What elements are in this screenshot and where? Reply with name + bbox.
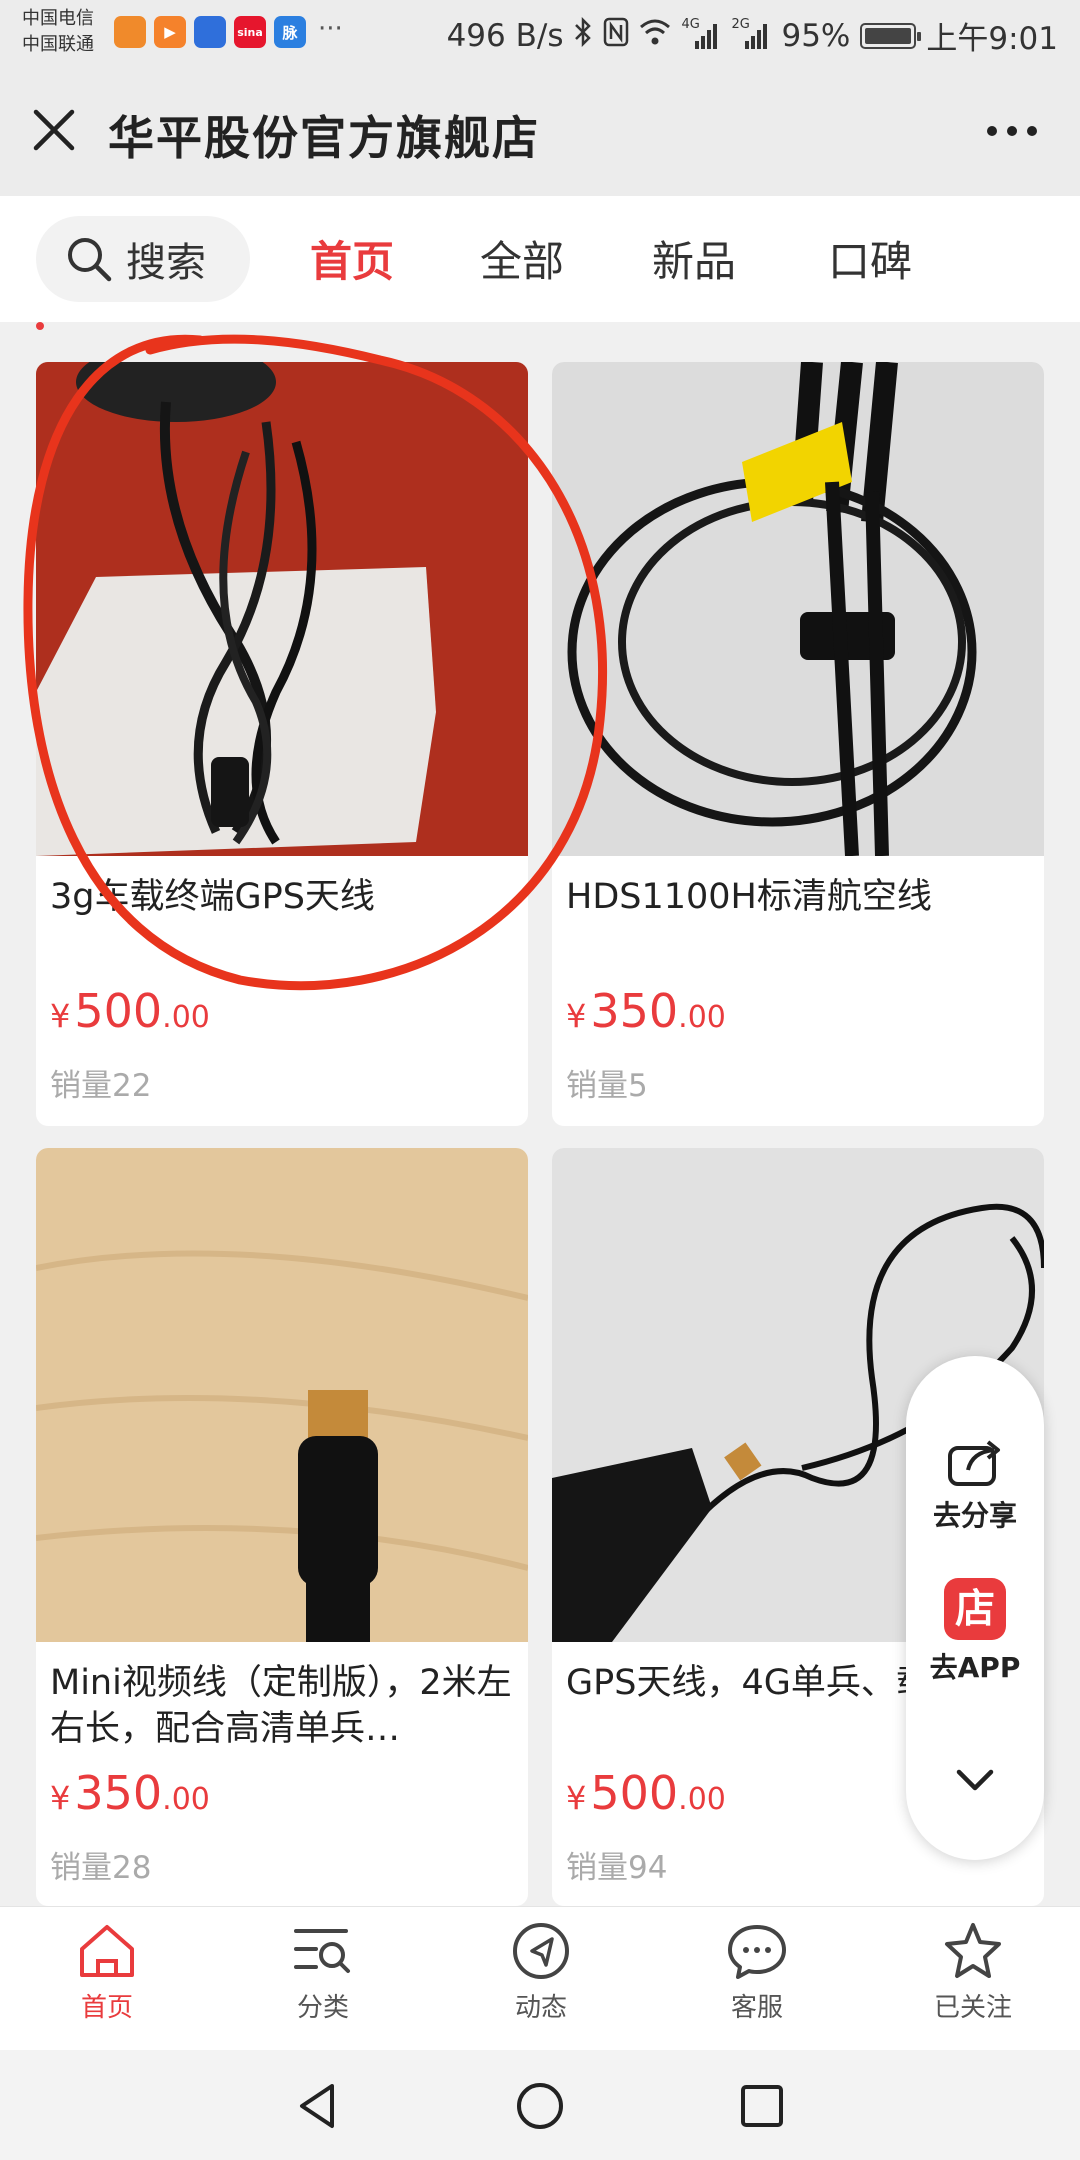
bottom-tab-label: 客服 — [730, 1993, 783, 2023]
bottom-tab-category[interactable]: 分类 — [248, 1921, 398, 2024]
tab-reviews[interactable]: 口碑 — [828, 228, 912, 289]
bottom-tab-home[interactable]: 首页 — [32, 1921, 182, 2024]
sales-count: 销量22 — [50, 1068, 152, 1104]
page-title: 华平股份官方旗舰店 — [108, 111, 540, 165]
chevron-down-icon — [956, 1769, 994, 1791]
tab-home[interactable]: 首页 — [310, 228, 394, 289]
nfc-icon — [603, 17, 629, 55]
share-button[interactable]: 去分享 — [906, 1436, 1044, 1534]
category-search-icon — [294, 1929, 350, 1973]
product-price: ¥500.00 — [566, 1766, 726, 1820]
back-icon[interactable] — [292, 2080, 344, 2132]
video-app-icon: ▶ — [154, 16, 186, 48]
bottom-tab-feed[interactable]: 动态 — [466, 1921, 616, 2024]
wifi-icon — [639, 18, 671, 54]
open-app-button[interactable]: 店 去APP — [906, 1578, 1044, 1686]
home-circle-icon[interactable] — [514, 2080, 566, 2132]
price-decimal: .00 — [162, 1782, 210, 1817]
bottom-tab-follow[interactable]: 已关注 — [898, 1921, 1048, 2024]
chat-icon — [728, 1925, 786, 1979]
tab-all[interactable]: 全部 — [480, 228, 564, 289]
search-label: 搜索 — [126, 240, 206, 286]
more-notifications-icon: ··· — [318, 14, 343, 44]
status-right: 496 B/s 4G 2G 95% 上午9:01 — [447, 13, 1058, 58]
sina-icon: sina — [234, 16, 266, 48]
recent-apps-icon[interactable] — [736, 2080, 788, 2132]
maimai-icon: 脉 — [274, 16, 306, 48]
battery-percent: 95% — [781, 17, 851, 54]
open-app-label: 去APP — [929, 1651, 1021, 1684]
battery-icon — [860, 22, 922, 49]
baidu-icon — [194, 16, 226, 48]
system-nav-bar — [0, 2050, 1080, 2160]
signal-2g-icon: 2G — [731, 17, 771, 51]
currency-symbol: ¥ — [566, 1779, 587, 1817]
sales-count: 销量94 — [566, 1850, 668, 1886]
mini-app-nav-bar: 华平股份官方旗舰店 — [0, 66, 1080, 196]
search-icon — [68, 238, 112, 282]
product-card-3[interactable]: Mini视频线（定制版），2米左右长，配合高清单兵… ¥350.00 销量28 — [36, 1148, 528, 1906]
carrier-info: 中国电信 中国联通 — [22, 6, 94, 58]
tab-new[interactable]: 新品 — [652, 228, 736, 289]
search-button[interactable]: 搜索 — [36, 216, 250, 302]
product-image-mini-video-cable[interactable] — [36, 1148, 528, 1642]
collapse-button[interactable] — [906, 1766, 1044, 1794]
compass-icon — [513, 1923, 569, 1979]
floating-action-panel: 去分享 店 去APP — [906, 1356, 1044, 1860]
carrier-1: 中国电信 — [22, 8, 94, 29]
share-label: 去分享 — [932, 1499, 1017, 1532]
bottom-tab-label: 已关注 — [933, 1993, 1012, 2023]
status-bar: 中国电信 中国联通 ▶ sina 脉 ··· 496 B/s 4G 2G 95% 上午… — [0, 0, 1080, 66]
sales-count: 销量28 — [50, 1850, 152, 1886]
price-decimal: .00 — [678, 1782, 726, 1817]
bottom-tab-label: 分类 — [296, 1993, 349, 2023]
notification-icons: ▶ sina 脉 ··· — [114, 16, 343, 48]
close-icon[interactable] — [30, 106, 78, 154]
bluetooth-icon — [573, 16, 593, 55]
price-decimal: .00 — [678, 1000, 726, 1035]
carrier-2: 中国联通 — [22, 34, 94, 55]
uc-browser-icon — [114, 16, 146, 48]
currency-symbol: ¥ — [50, 1779, 71, 1817]
share-icon — [948, 1440, 1000, 1486]
price-integer: 500 — [590, 1766, 679, 1820]
product-price: ¥350.00 — [50, 1766, 210, 1820]
bottom-tab-label: 动态 — [514, 1993, 567, 2023]
signal-4g-icon: 4G — [681, 17, 721, 51]
price-integer: 350 — [74, 1766, 163, 1820]
bottom-tab-label: 首页 — [80, 1993, 133, 2023]
battery-fill — [865, 27, 911, 44]
clock: 上午9:01 — [926, 21, 1058, 57]
bottom-tab-bar: 首页 分类 动态 客服 已关注 — [0, 1906, 1080, 2050]
bottom-tab-service[interactable]: 客服 — [682, 1921, 832, 2024]
star-icon — [945, 1923, 1001, 1978]
more-options-icon[interactable] — [984, 116, 1040, 146]
red-circle-annotation — [23, 334, 608, 991]
store-app-icon: 店 — [944, 1578, 1006, 1640]
product-name[interactable]: Mini视频线（定制版），2米左右长，配合高清单兵… — [50, 1660, 514, 1752]
home-icon — [80, 1925, 134, 1977]
network-speed: 496 B/s — [446, 17, 564, 54]
sales-count: 销量5 — [566, 1068, 648, 1104]
